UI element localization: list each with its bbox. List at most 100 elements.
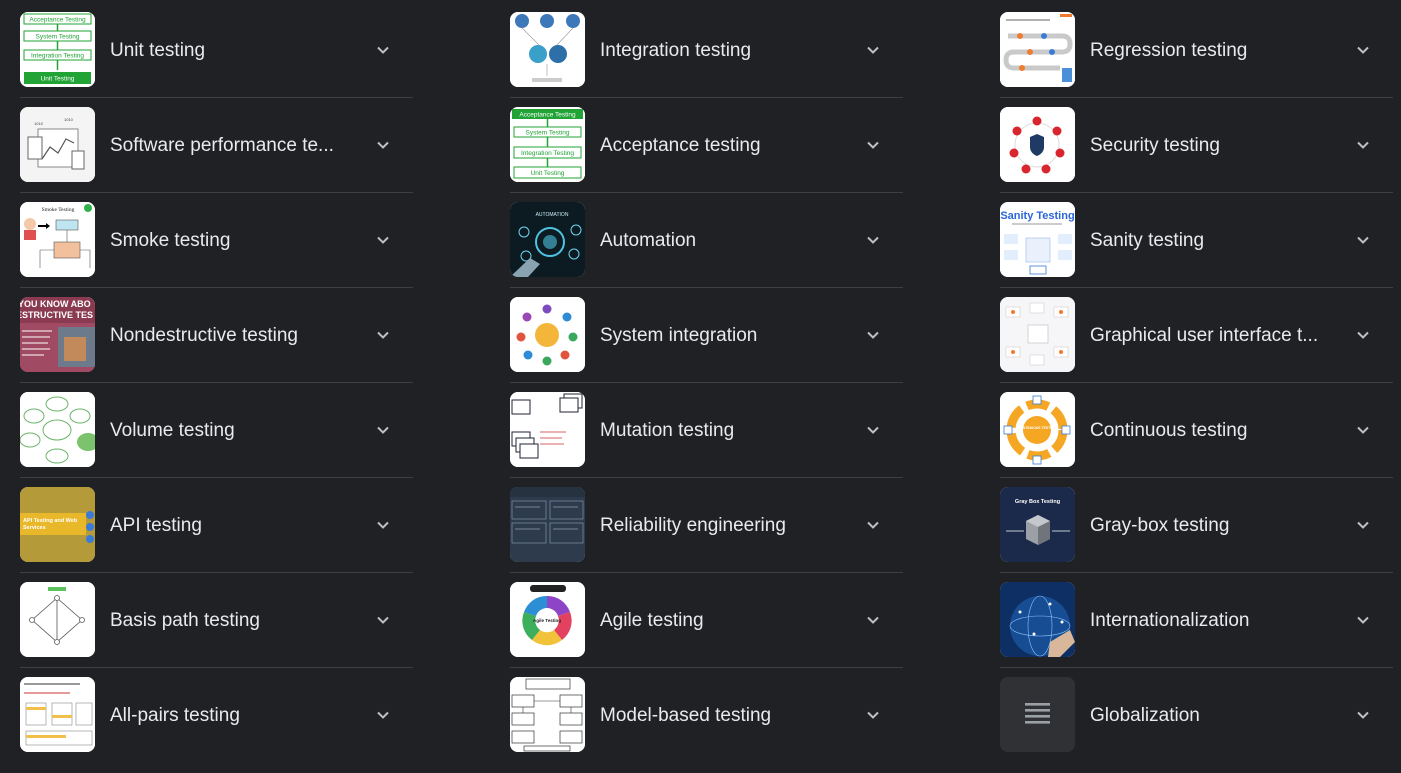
chevron-down-icon[interactable] — [374, 706, 392, 724]
svg-text:Sanity Testing: Sanity Testing — [1000, 210, 1074, 222]
list-item-agile-testing[interactable]: Agile Testing Agile testing — [510, 573, 903, 668]
knowledge-panel-grid: Acceptance Testing System Testing Integr… — [0, 0, 1401, 773]
list-item-volume-testing[interactable]: Volume testing — [20, 383, 413, 478]
list-item-sanity-testing[interactable]: Sanity Testing Sanity testing — [1000, 193, 1393, 288]
svg-text:System Testing: System Testing — [36, 34, 80, 41]
chevron-down-icon[interactable] — [864, 326, 882, 344]
basis-path-thumbnail — [20, 582, 95, 657]
api-book-thumbnail: API Testing and Web Services — [20, 487, 95, 562]
chevron-down-icon[interactable] — [864, 231, 882, 249]
item-label: Reliability engineering — [600, 515, 786, 536]
svg-text:ESTRUCTIVE TES: ESTRUCTIVE TES — [20, 310, 93, 320]
list-item-internationalization[interactable]: Internationalization — [1000, 573, 1393, 668]
chevron-down-icon[interactable] — [1354, 611, 1372, 629]
chevron-down-icon[interactable] — [864, 516, 882, 534]
svg-text:Smoke Testing: Smoke Testing — [42, 207, 75, 213]
list-item-security-testing[interactable]: Security testing — [1000, 98, 1393, 193]
document-lines-icon — [1000, 677, 1075, 752]
item-label: Globalization — [1090, 705, 1200, 726]
chevron-down-icon[interactable] — [1354, 41, 1372, 59]
list-item-globalization[interactable]: Globalization — [1000, 668, 1393, 763]
svg-text:1010: 1010 — [64, 117, 74, 122]
list-item-gui-testing[interactable]: Graphical user interface t... — [1000, 288, 1393, 383]
list-item-nondestructive-testing[interactable]: YOU KNOW ABO ESTRUCTIVE TES Nondestructi… — [20, 288, 413, 383]
column-left: Acceptance Testing System Testing Integr… — [20, 3, 413, 763]
chevron-down-icon[interactable] — [1354, 421, 1372, 439]
item-label: Regression testing — [1090, 40, 1248, 61]
svg-text:Integration Testing: Integration Testing — [521, 150, 574, 157]
list-item-reliability-engineering[interactable]: Reliability engineering — [510, 478, 903, 573]
svg-text:System Testing: System Testing — [526, 130, 570, 137]
chevron-down-icon[interactable] — [374, 326, 392, 344]
svg-text:1010: 1010 — [34, 121, 44, 126]
item-label: System integration — [600, 325, 758, 346]
list-item-api-testing[interactable]: API Testing and Web Services API testing — [20, 478, 413, 573]
svg-text:AUTOMATION: AUTOMATION — [536, 212, 569, 218]
all-pairs-thumbnail — [20, 677, 95, 752]
item-label: Basis path testing — [110, 610, 260, 631]
list-item-continuous-testing[interactable]: CONTINUOUS TESTING Continuous testing — [1000, 383, 1393, 478]
item-label: Nondestructive testing — [110, 325, 298, 346]
item-label: Automation — [600, 230, 697, 251]
chevron-down-icon[interactable] — [1354, 516, 1372, 534]
chevron-down-icon[interactable] — [1354, 231, 1372, 249]
item-label: Continuous testing — [1090, 420, 1248, 441]
list-item-smoke-testing[interactable]: Smoke Testing Smoke testing — [20, 193, 413, 288]
chevron-down-icon[interactable] — [374, 516, 392, 534]
item-label: Internationalization — [1090, 610, 1250, 631]
item-label: Volume testing — [110, 420, 235, 441]
item-label: Acceptance testing — [600, 135, 761, 156]
list-item-integration-testing[interactable]: Integration testing — [510, 3, 903, 98]
list-item-gray-box-testing[interactable]: Gray Box Testing Gray-box testing — [1000, 478, 1393, 573]
gui-testing-thumbnail — [1000, 297, 1075, 372]
item-label: Model-based testing — [600, 705, 772, 726]
item-label: Software performance te... — [110, 135, 334, 156]
agile-cycle-thumbnail: Agile Testing — [510, 582, 585, 657]
chevron-down-icon[interactable] — [374, 421, 392, 439]
item-label: Integration testing — [600, 40, 752, 61]
chevron-down-icon[interactable] — [1354, 706, 1372, 724]
svg-text:Unit Testing: Unit Testing — [41, 76, 75, 83]
svg-text:Unit Testing: Unit Testing — [531, 170, 565, 177]
security-wheel-thumbnail — [1000, 107, 1075, 182]
item-label: Gray-box testing — [1090, 515, 1230, 536]
volume-diagram-thumbnail — [20, 392, 95, 467]
acceptance-pyramid-thumbnail: Acceptance Testing System Testing Integr… — [510, 107, 585, 182]
list-item-basis-path-testing[interactable]: Basis path testing — [20, 573, 413, 668]
automation-thumbnail: AUTOMATION — [510, 202, 585, 277]
chevron-down-icon[interactable] — [864, 611, 882, 629]
item-label: Agile testing — [600, 610, 704, 631]
chevron-down-icon[interactable] — [374, 611, 392, 629]
list-item-system-integration[interactable]: System integration — [510, 288, 903, 383]
item-label: All-pairs testing — [110, 705, 240, 726]
chevron-down-icon[interactable] — [864, 41, 882, 59]
list-item-model-based-testing[interactable]: Model-based testing — [510, 668, 903, 763]
list-item-mutation-testing[interactable]: Mutation testing — [510, 383, 903, 478]
chevron-down-icon[interactable] — [374, 41, 392, 59]
svg-text:Integration Testing: Integration Testing — [31, 53, 84, 60]
performance-graph-thumbnail: 1010 1010 — [20, 107, 95, 182]
svg-text:CONTINUOUS TESTING: CONTINUOUS TESTING — [1018, 426, 1057, 430]
regression-roadmap-thumbnail — [1000, 12, 1075, 87]
model-based-flow-thumbnail — [510, 677, 585, 752]
list-item-regression-testing[interactable]: Regression testing — [1000, 3, 1393, 98]
chevron-down-icon[interactable] — [1354, 136, 1372, 154]
chevron-down-icon[interactable] — [374, 231, 392, 249]
continuous-wheel-thumbnail: CONTINUOUS TESTING — [1000, 392, 1075, 467]
chevron-down-icon[interactable] — [864, 706, 882, 724]
list-item-automation[interactable]: AUTOMATION Automation — [510, 193, 903, 288]
item-label: Sanity testing — [1090, 230, 1205, 251]
list-item-all-pairs-testing[interactable]: All-pairs testing — [20, 668, 413, 763]
column-middle: Integration testing Acceptance Testing S… — [510, 3, 903, 763]
chevron-down-icon[interactable] — [864, 421, 882, 439]
integration-diagram-thumbnail — [510, 12, 585, 87]
list-item-unit-testing[interactable]: Acceptance Testing System Testing Integr… — [20, 3, 413, 98]
list-item-software-performance-testing[interactable]: 1010 1010 Software performance te... — [20, 98, 413, 193]
chevron-down-icon[interactable] — [864, 136, 882, 154]
chevron-down-icon[interactable] — [374, 136, 392, 154]
svg-text:Acceptance Testing: Acceptance Testing — [519, 112, 576, 119]
chevron-down-icon[interactable] — [1354, 326, 1372, 344]
svg-text:Acceptance Testing: Acceptance Testing — [29, 17, 86, 24]
list-item-acceptance-testing[interactable]: Acceptance Testing System Testing Integr… — [510, 98, 903, 193]
column-right: Regression testing Security testing Sani… — [1000, 3, 1393, 763]
